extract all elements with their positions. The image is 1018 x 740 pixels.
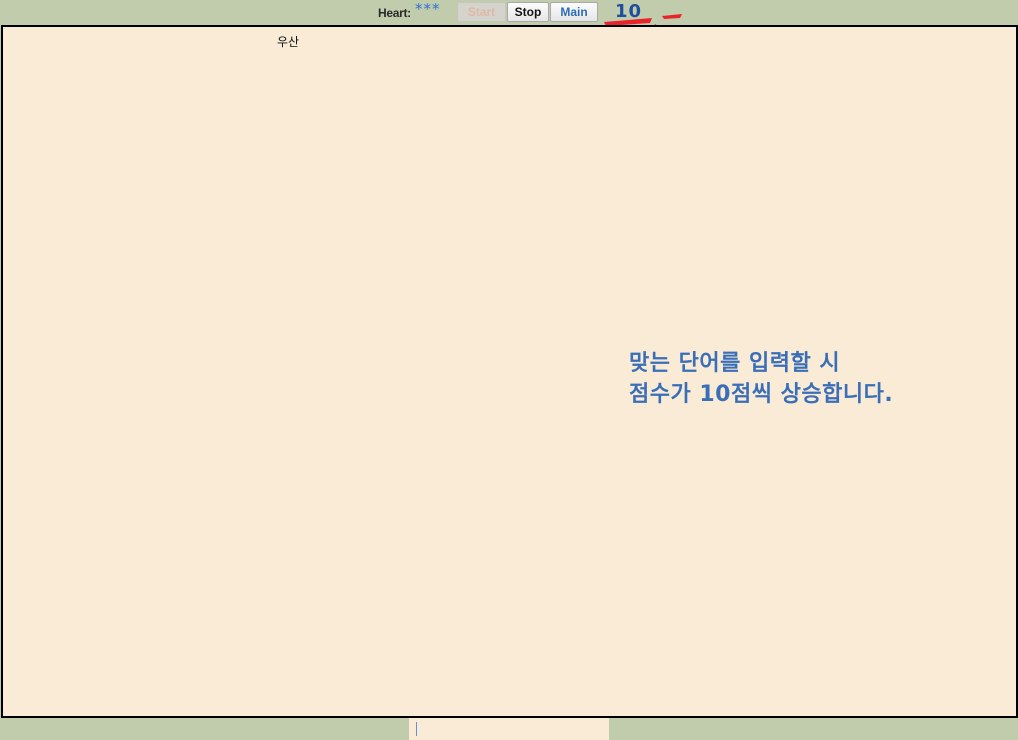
hint-text: 맞는 단어를 입력할 시 점수가 10점씩 상승합니다.	[629, 348, 893, 410]
falling-word: 우산	[277, 35, 300, 49]
start-button[interactable]: Start	[457, 2, 506, 22]
hearts-remaining: ***	[415, 0, 441, 18]
heart-label: Heart:	[378, 6, 411, 20]
top-bar: Heart: *** Start Stop Main 10	[0, 0, 1018, 39]
game-stage: 우산 맞는 단어를 입력할 시 점수가 10점씩 상승합니다.	[1, 25, 1018, 718]
text-caret	[416, 722, 417, 736]
bottom-bar	[0, 718, 1018, 740]
stop-button[interactable]: Stop	[507, 2, 549, 22]
main-button[interactable]: Main	[550, 2, 598, 22]
answer-input[interactable]	[409, 718, 609, 740]
hint-line-2: 점수가 10점씩 상승합니다.	[629, 382, 894, 407]
hint-line-1: 맞는 단어를 입력할 시	[629, 351, 841, 376]
